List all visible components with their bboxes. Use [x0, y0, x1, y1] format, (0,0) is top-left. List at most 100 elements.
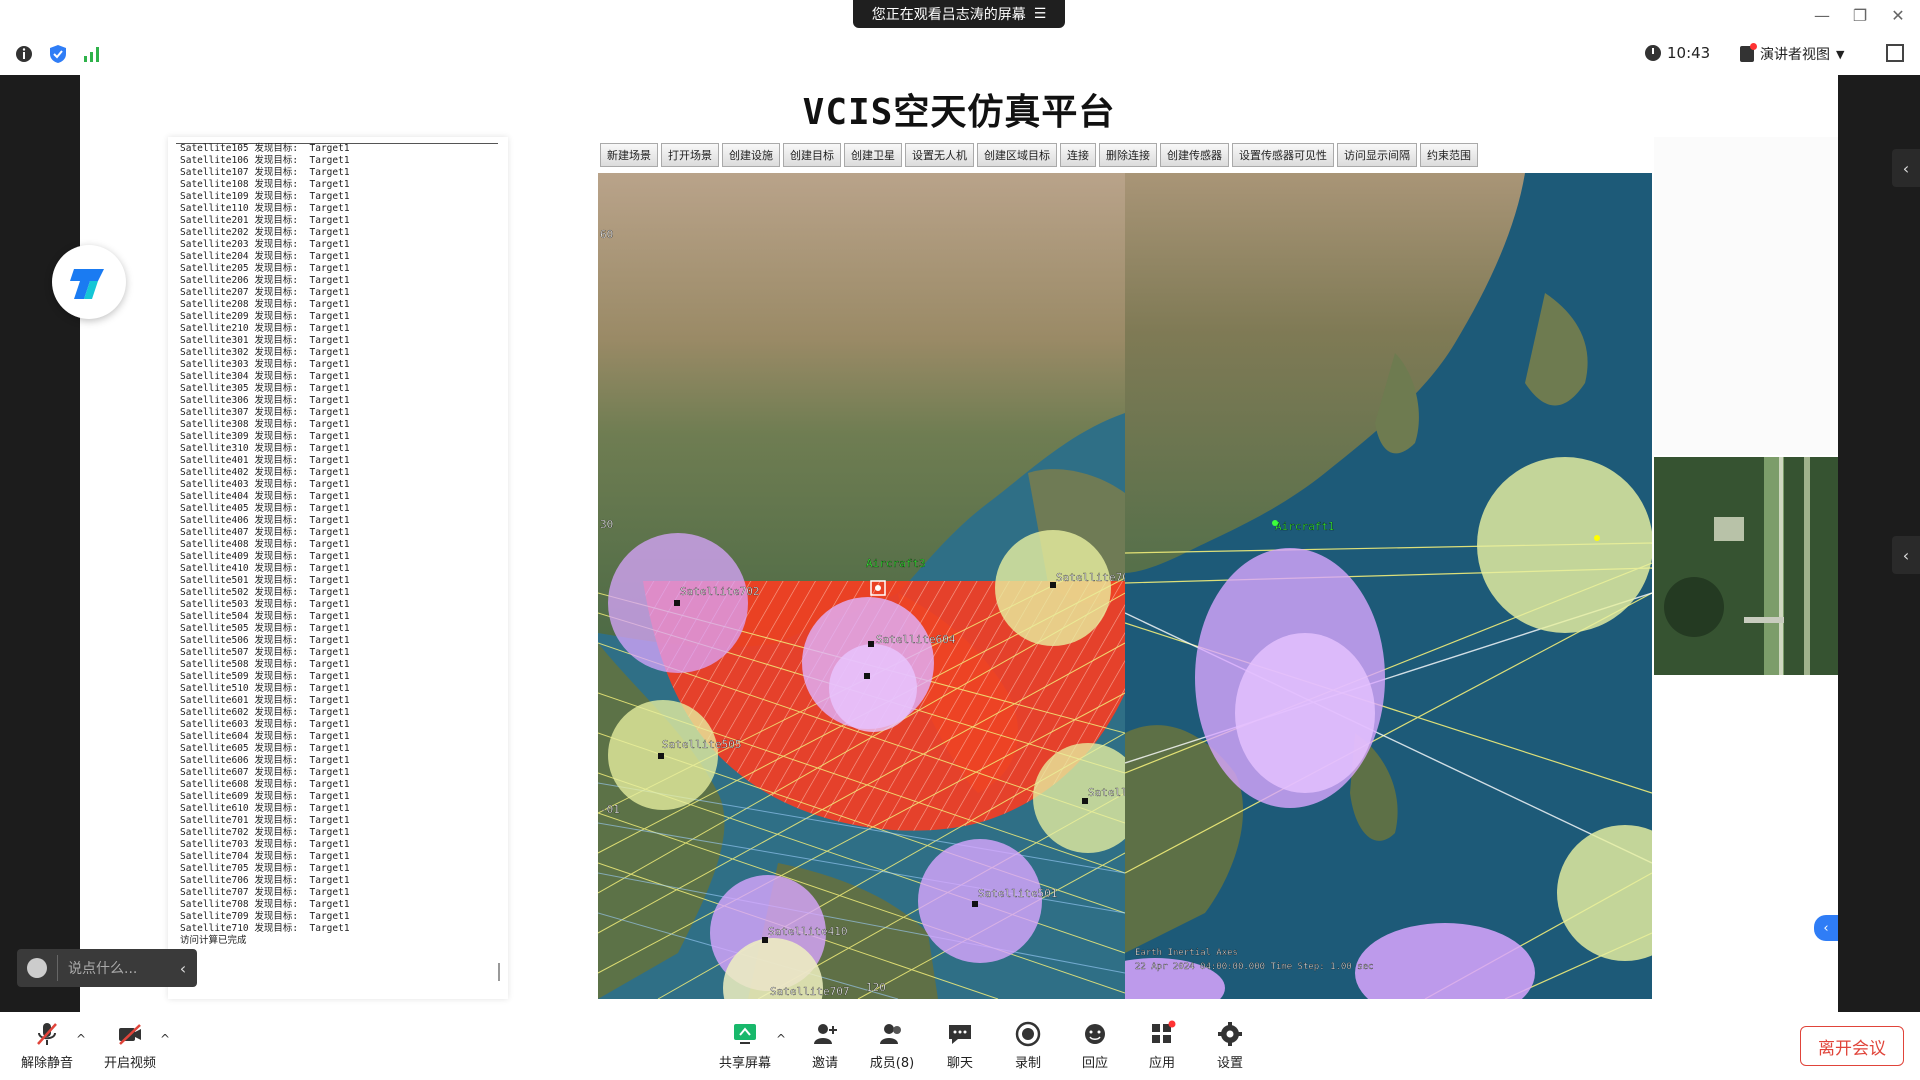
- access-log-text: Satellite105 发现目标: Target1 Satellite106 发…: [180, 143, 350, 947]
- log-line: Satellite605 发现目标: Target1: [180, 743, 350, 754]
- log-line: Satellite404 发现目标: Target1: [180, 491, 350, 502]
- chat-quick-input[interactable]: 说点什么... ‹: [17, 949, 197, 987]
- log-line: Satellite702 发现目标: Target1: [180, 827, 350, 838]
- log-line: Satellite403 发现目标: Target1: [180, 479, 350, 490]
- collapse-panel-tab-top[interactable]: ‹: [1892, 149, 1920, 187]
- log-line: Satellite510 发现目标: Target1: [180, 683, 350, 694]
- screen-share-banner-text: 您正在观看吕志涛的屏幕: [871, 7, 1026, 23]
- minimize-icon[interactable]: —: [1810, 6, 1834, 25]
- log-line: Satellite105 发现目标: Target1: [180, 143, 350, 154]
- toolbar-button-2[interactable]: 创建设施: [722, 143, 780, 167]
- sim-toolbar: 新建场景 打开场景 创建设施 创建目标 创建卫星 设置无人机 创建区域目标 连接 删除连接 创建传…: [600, 143, 1478, 167]
- chat-divider: [57, 955, 58, 981]
- clock-icon: [1645, 45, 1661, 61]
- log-line: Satellite601 发现目标: Target1: [180, 695, 350, 706]
- log-line: Satellite205 发现目标: Target1: [180, 263, 350, 274]
- log-line: Satellite407 发现目标: Target1: [180, 527, 350, 538]
- toolbar-button-4[interactable]: 创建卫星: [844, 143, 902, 167]
- frame-caption: Earth Inertial Axes: [1135, 948, 1238, 958]
- toolbar-button-7[interactable]: 连接: [1060, 143, 1096, 167]
- app-floating-logo[interactable]: [52, 245, 126, 319]
- close-icon[interactable]: ✕: [1886, 6, 1910, 25]
- log-line: Satellite708 发现目标: Target1: [180, 899, 350, 910]
- reaction-label: 回应: [1081, 1056, 1108, 1071]
- log-line: Satellite110 发现目标: Target1: [180, 203, 350, 214]
- leave-meeting-button[interactable]: 离开会议: [1800, 1026, 1904, 1066]
- app-title: VCIS空天仿真平台: [802, 92, 1116, 133]
- screen-share-banner[interactable]: 您正在观看吕志涛的屏幕 ☰: [853, 0, 1065, 28]
- log-line: Satellite508 发现目标: Target1: [180, 659, 350, 670]
- log-line: Satellite305 发现目标: Target1: [180, 383, 350, 394]
- log-line: Satellite505 发现目标: Target1: [180, 623, 350, 634]
- satellite505-label: Satellite505: [662, 738, 741, 751]
- satellite703-label: Satellite703: [1056, 571, 1125, 584]
- toolbar-button-9[interactable]: 创建传感器: [1160, 143, 1229, 167]
- toolbar-button-1[interactable]: 打开场景: [661, 143, 719, 167]
- sim-map-3d[interactable]: Aircraft1 Earth Inertial Axes 22 Apr 202…: [1125, 173, 1652, 999]
- sim-map-2d[interactable]: 60 30 -01 120 Aircraft3 Satellite702 Sat…: [598, 173, 1125, 999]
- security-shield-icon[interactable]: [48, 44, 68, 64]
- log-line: Satellite107 发现目标: Target1: [180, 167, 350, 178]
- expand-nub-icon[interactable]: ‹: [1814, 915, 1838, 941]
- satellite702-label: Satellite702: [680, 585, 759, 598]
- log-scrollbar[interactable]: [498, 963, 500, 981]
- aircraft1-label: Aircraft1: [1275, 520, 1335, 533]
- log-line: Satellite201 发现目标: Target1: [180, 215, 350, 226]
- toolbar-button-3[interactable]: 创建目标: [783, 143, 841, 167]
- log-line: Satellite603 发现目标: Target1: [180, 719, 350, 730]
- chat-bubble-icon: [949, 1025, 971, 1044]
- emoji-icon[interactable]: [27, 958, 47, 978]
- camera-off-icon: [119, 1024, 141, 1045]
- banner-menu-icon[interactable]: ☰: [1034, 6, 1047, 22]
- share-screen-icon: [734, 1024, 756, 1044]
- access-log-panel[interactable]: Satellite105 发现目标: Target1 Satellite106 发…: [168, 137, 508, 999]
- video-options-caret[interactable]: ^: [160, 1032, 170, 1046]
- chat-collapse-icon[interactable]: ‹: [169, 959, 197, 978]
- satellite-edge-label: Satell: [1088, 786, 1125, 799]
- network-signal-icon[interactable]: [82, 44, 102, 64]
- fullscreen-icon[interactable]: [1886, 44, 1904, 62]
- toolbar-button-5[interactable]: 设置无人机: [905, 143, 974, 167]
- meeting-top-bar: 您正在观看吕志涛的屏幕 ☰ — ❐ ✕ 10:43 演讲者视图 ▼: [0, 0, 1920, 75]
- start-video-button[interactable]: 开启视频: [90, 1020, 170, 1071]
- log-line: Satellite108 发现目标: Target1: [180, 179, 350, 190]
- toolbar-button-8[interactable]: 删除连接: [1099, 143, 1157, 167]
- log-line: Satellite410 发现目标: Target1: [180, 563, 350, 574]
- record-label: 录制: [1014, 1056, 1041, 1071]
- toolbar-button-11[interactable]: 访问显示间隔: [1337, 143, 1417, 167]
- satellite604-label: Satellite604: [876, 633, 956, 646]
- info-icon[interactable]: [14, 44, 34, 64]
- log-line: Satellite202 发现目标: Target1: [180, 227, 350, 238]
- log-line: Satellite207 发现目标: Target1: [180, 287, 350, 298]
- log-line: Satellite602 发现目标: Target1: [180, 707, 350, 718]
- log-line: Satellite301 发现目标: Target1: [180, 335, 350, 346]
- log-line: Satellite704 发现目标: Target1: [180, 851, 350, 862]
- collapse-panel-tab-mid[interactable]: ‹: [1892, 536, 1920, 574]
- toolbar-button-10[interactable]: 设置传感器可见性: [1232, 143, 1334, 167]
- restore-icon[interactable]: ❐: [1848, 6, 1872, 25]
- log-line: Satellite401 发现目标: Target1: [180, 455, 350, 466]
- satellite-image-thumbnail[interactable]: [1654, 457, 1838, 675]
- unmute-button[interactable]: 解除静音: [7, 1020, 87, 1071]
- chevron-down-icon: ▼: [1836, 47, 1845, 61]
- log-line: Satellite208 发现目标: Target1: [180, 299, 350, 310]
- toolbar-button-0[interactable]: 新建场景: [600, 143, 658, 167]
- toolbar-button-6[interactable]: 创建区域目标: [977, 143, 1057, 167]
- settings-button[interactable]: 设置: [1190, 1020, 1270, 1071]
- log-line: Satellite709 发现目标: Target1: [180, 911, 350, 922]
- log-line: Satellite610 发现目标: Target1: [180, 803, 350, 814]
- apps-label: 应用: [1148, 1056, 1175, 1071]
- share-screen-button[interactable]: 共享屏幕: [705, 1020, 785, 1071]
- log-line: Satellite106 发现目标: Target1: [180, 155, 350, 166]
- satellite501-label: Satellite501: [978, 887, 1057, 900]
- view-mode-dropdown[interactable]: 演讲者视图 ▼: [1740, 43, 1845, 64]
- toolbar-button-12[interactable]: 约束范围: [1420, 143, 1478, 167]
- audio-options-caret[interactable]: ^: [76, 1032, 86, 1046]
- shared-screen-stage: VCIS空天仿真平台 Satellite105 发现目标: Target1 Sat…: [0, 75, 1920, 1012]
- log-line: Satellite308 发现目标: Target1: [180, 419, 350, 430]
- latitude-label-30: 30: [600, 518, 613, 531]
- log-line: Satellite608 发现目标: Target1: [180, 779, 350, 790]
- members-label: 成员(8): [869, 1056, 915, 1071]
- presenter-view-icon: [1740, 43, 1757, 62]
- log-line: Satellite509 发现目标: Target1: [180, 671, 350, 682]
